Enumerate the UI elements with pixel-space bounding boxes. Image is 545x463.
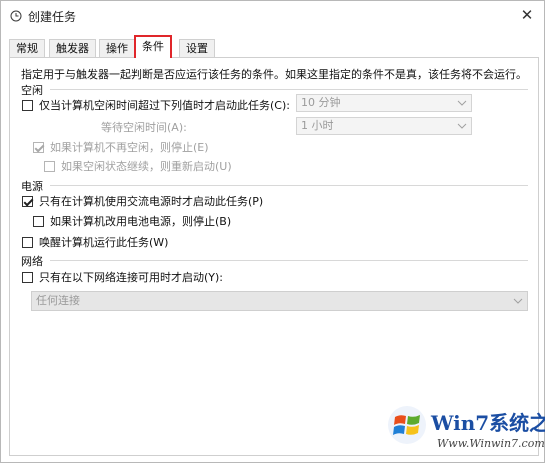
idle-duration-select[interactable]: 10 分钟 — [296, 94, 472, 112]
window-title: 创建任务 — [28, 10, 77, 24]
tab-conditions[interactable]: 条件 — [134, 35, 172, 58]
ac-power-only-label: 只有在计算机使用交流电源时才启动此任务(P) — [39, 195, 264, 208]
checkbox[interactable] — [33, 215, 44, 227]
wait-idle-label: 等待空闲时间(A): — [101, 121, 187, 134]
checkbox[interactable] — [22, 236, 33, 248]
start-if-idle-checkbox[interactable]: 仅当计算机空闲时间超过下列值时才启动此任务(C): — [22, 97, 290, 113]
stop-on-battery-checkbox[interactable]: 如果计算机改用电池电源，则停止(B) — [33, 213, 231, 229]
chevron-down-icon — [457, 100, 467, 106]
stop-on-battery-label: 如果计算机改用电池电源，则停止(B) — [50, 215, 232, 228]
start-if-idle-label: 仅当计算机空闲时间超过下列值时才启动此任务(C): — [39, 99, 290, 112]
checkbox[interactable] — [22, 195, 33, 207]
divider — [50, 260, 528, 261]
checkbox[interactable] — [33, 141, 44, 153]
conditions-panel: 指定用于与触发器一起判断是否应运行该任务的条件。如果这里指定的条件不是真，该任务… — [9, 57, 539, 456]
start-if-network-label: 只有在以下网络连接可用时才启动(Y): — [39, 271, 224, 284]
stop-if-not-idle-checkbox[interactable]: 如果计算机不再空闲，则停止(E) — [33, 139, 209, 155]
title-bar: 创建任务 ✕ — [1, 1, 544, 31]
section-network: 网络 — [21, 255, 43, 268]
clock-icon — [10, 10, 22, 22]
section-power: 电源 — [21, 180, 43, 193]
network-connection-select[interactable]: 任何连接 — [31, 291, 528, 311]
start-if-network-checkbox[interactable]: 只有在以下网络连接可用时才启动(Y): — [22, 269, 223, 285]
wait-duration-value: 1 小时 — [301, 119, 334, 132]
chevron-down-icon — [513, 298, 523, 304]
windows-flag-icon — [388, 406, 426, 444]
close-icon: ✕ — [520, 6, 534, 24]
divider — [50, 185, 528, 186]
stop-if-not-idle-label: 如果计算机不再空闲，则停止(E) — [50, 141, 209, 154]
tab-general[interactable]: 常规 — [9, 39, 45, 58]
ac-power-only-checkbox[interactable]: 只有在计算机使用交流电源时才启动此任务(P) — [22, 193, 263, 209]
watermark-logo: Win7系统之家 Www.Winwin7.com — [387, 403, 545, 455]
chevron-down-icon — [457, 123, 467, 129]
wake-to-run-label: 唤醒计算机运行此任务(W) — [39, 236, 169, 249]
create-task-window: 创建任务 ✕ 常规 触发器 操作 条件 设置 指定用于与触发器一起判断是否应运行… — [0, 0, 545, 463]
watermark-url: Www.Winwin7.com — [437, 437, 545, 450]
checkbox[interactable] — [44, 160, 55, 172]
wait-duration-select[interactable]: 1 小时 — [296, 117, 472, 135]
section-idle: 空闲 — [21, 84, 43, 97]
tab-triggers[interactable]: 触发器 — [49, 39, 96, 58]
tab-settings[interactable]: 设置 — [179, 39, 215, 58]
idle-duration-value: 10 分钟 — [301, 96, 341, 109]
tab-strip: 常规 触发器 操作 条件 设置 — [9, 34, 539, 58]
watermark-title: Win7系统之家 — [431, 411, 545, 435]
restart-if-idle-checkbox[interactable]: 如果空闲状态继续，则重新启动(U) — [44, 158, 232, 174]
conditions-description: 指定用于与触发器一起判断是否应运行该任务的条件。如果这里指定的条件不是真，该任务… — [21, 68, 527, 81]
close-button[interactable]: ✕ — [514, 3, 540, 27]
restart-if-idle-label: 如果空闲状态继续，则重新启动(U) — [61, 160, 232, 173]
checkbox[interactable] — [22, 99, 33, 111]
wake-to-run-checkbox[interactable]: 唤醒计算机运行此任务(W) — [22, 234, 168, 250]
tab-actions[interactable]: 操作 — [99, 39, 135, 58]
divider — [50, 89, 528, 90]
network-connection-value: 任何连接 — [36, 294, 80, 307]
checkbox[interactable] — [22, 271, 33, 283]
